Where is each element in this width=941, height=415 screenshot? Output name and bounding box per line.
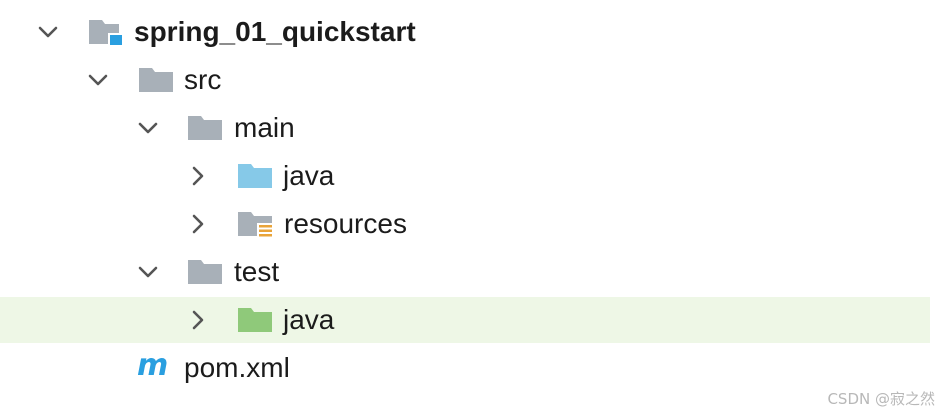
tree-row-main-java[interactable]: java	[0, 153, 930, 199]
tree-row-main[interactable]: main	[0, 105, 930, 151]
tree-row-label: src	[184, 64, 222, 95]
tree-row-label: pom.xml	[184, 352, 290, 383]
chevron-right-icon[interactable]	[186, 212, 210, 236]
folder-icon	[187, 257, 225, 287]
chevron-down-icon[interactable]	[136, 260, 160, 284]
chevron-right-icon[interactable]	[186, 164, 210, 188]
chevron-right-icon[interactable]	[186, 308, 210, 332]
tree-row-src[interactable]: src	[0, 57, 930, 103]
watermark: CSDN @寂之然	[827, 390, 935, 408]
project-folder-icon	[88, 17, 126, 47]
resources-root-folder-icon	[237, 209, 275, 239]
tree-row-label: main	[234, 112, 295, 143]
tree-row-test-java[interactable]: java	[0, 297, 930, 343]
tree-row-label: resources	[284, 208, 407, 239]
tree-row-project[interactable]: spring_01_quickstart	[0, 9, 930, 55]
tree-row-label: test	[234, 256, 280, 287]
chevron-down-icon[interactable]	[86, 68, 110, 92]
tree-row-label: java	[283, 160, 335, 191]
folder-icon	[187, 113, 225, 143]
chevron-down-icon[interactable]	[136, 116, 160, 140]
tree-row-resources[interactable]: resources	[0, 201, 930, 247]
tree-row-test[interactable]: test	[0, 249, 930, 295]
maven-icon: m	[136, 348, 174, 383]
tree-row-label: java	[283, 304, 335, 335]
tree-row-label: spring_01_quickstart	[134, 16, 416, 47]
source-root-folder-icon	[237, 161, 275, 191]
tree-row-pom[interactable]: m pom.xml	[0, 345, 930, 391]
chevron-down-icon[interactable]	[36, 20, 60, 44]
svg-text:m: m	[137, 349, 168, 383]
folder-icon	[138, 65, 176, 95]
test-root-folder-icon	[237, 305, 275, 335]
